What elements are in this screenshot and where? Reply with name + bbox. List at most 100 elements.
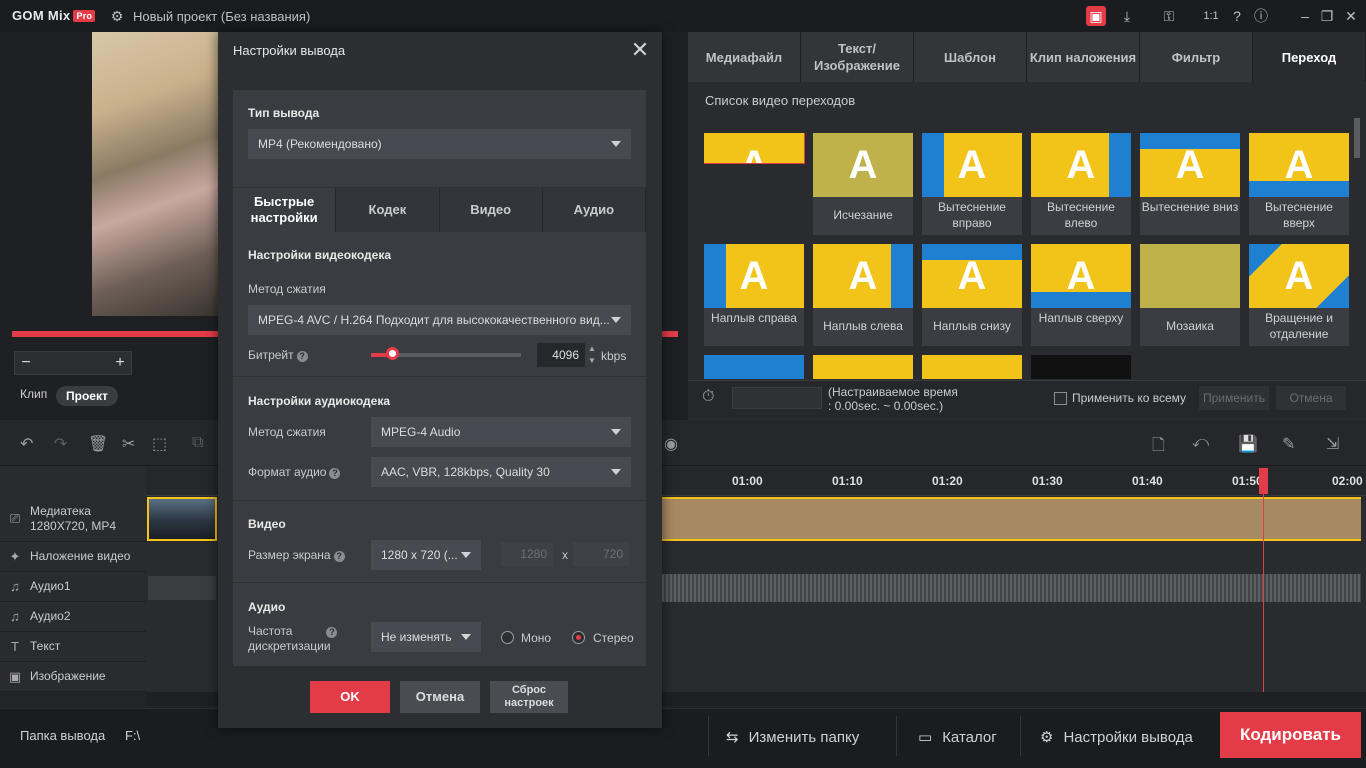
stereo-label: Стерео <box>593 631 634 645</box>
new-project-icon[interactable]: 🗋 <box>1152 434 1165 461</box>
export-icon[interactable]: ⇲ <box>1326 434 1339 454</box>
stepper-minus[interactable]: − <box>15 352 37 374</box>
record-icon[interactable]: ▣ <box>1086 6 1106 26</box>
tab-clip[interactable]: Клип <box>20 387 47 401</box>
output-type-select[interactable]: MP4 (Рекомендовано) <box>248 129 631 159</box>
video-compression-select[interactable]: MPEG-4 AVC / H.264 Подходит для высокока… <box>248 305 631 335</box>
transition-label: Наплыв сверху <box>1038 311 1124 325</box>
video-clip-thumb[interactable] <box>147 497 217 541</box>
grid-scrollbar[interactable] <box>1354 118 1360 158</box>
transition-cancel-button[interactable]: Отмена <box>1276 386 1346 410</box>
ratio-icon[interactable]: 1:1 <box>1200 5 1222 27</box>
sample-rate-select[interactable]: Не изменять <box>371 622 481 652</box>
transition-tile[interactable] <box>1031 355 1131 379</box>
catalog-button[interactable]: ▭ Каталог <box>918 716 997 758</box>
transition-time-input[interactable] <box>732 387 822 409</box>
track-header[interactable]: ♫ Аудио2 <box>0 602 146 632</box>
sample-rate-label: Частота? дискретизации <box>248 624 338 654</box>
transition-tile[interactable] <box>813 355 913 379</box>
tab-codec[interactable]: Кодек <box>336 188 440 232</box>
audio-clip-start[interactable] <box>148 576 216 600</box>
bitrate-slider-handle[interactable] <box>386 347 399 360</box>
transition-tile[interactable]: A Вращение и отдаление <box>1249 244 1349 346</box>
width-input[interactable]: 1280 <box>501 542 553 566</box>
transition-tile[interactable]: Мозаика <box>1140 244 1240 346</box>
transition-tile[interactable]: A Наплыв сверху <box>1031 244 1131 346</box>
tab-transition[interactable]: Переход <box>1253 32 1366 82</box>
encode-button[interactable]: Кодировать <box>1220 712 1361 758</box>
tab-media[interactable]: Медиафайл <box>688 32 801 82</box>
minimize-icon[interactable]: – <box>1294 5 1316 27</box>
tab-project[interactable]: Проект <box>56 386 118 406</box>
audio-compression-select[interactable]: MPEG-4 Audio <box>371 417 631 447</box>
transition-tile[interactable]: A Исчезание <box>813 133 913 235</box>
tab-video[interactable]: Видео <box>439 188 543 232</box>
select-icon[interactable]: ⬚ <box>152 434 167 454</box>
transition-tile[interactable]: A Вытеснение влево <box>1031 133 1131 235</box>
close-window-icon[interactable]: ✕ <box>1340 5 1362 27</box>
bitrate-spinner-icon[interactable]: ▲ ▼ <box>587 343 597 367</box>
reset-settings-button[interactable]: Сброс настроек <box>490 681 568 713</box>
mono-radio[interactable] <box>501 631 514 644</box>
track-header[interactable]: ▣ Изображение <box>0 662 146 692</box>
bitrate-input[interactable]: 4096 <box>537 343 585 367</box>
apply-button[interactable]: Применить <box>1199 386 1269 410</box>
stereo-radio[interactable] <box>572 631 585 644</box>
track-label: Текст <box>30 639 61 653</box>
tab-quick-settings[interactable]: Быстрые настройки <box>233 188 337 232</box>
help-icon[interactable]: ? <box>1226 5 1248 27</box>
eye-icon[interactable]: ◉ <box>664 434 678 454</box>
save-as-icon[interactable]: ✎ <box>1282 434 1295 454</box>
track-header[interactable]: ♫ Аудио1 <box>0 572 146 602</box>
open-project-icon[interactable]: ⤺ <box>1192 434 1209 452</box>
split-icon[interactable]: ⧉ <box>192 434 203 452</box>
redo-icon[interactable]: ↷ <box>54 434 67 454</box>
screen-size-select[interactable]: 1280 x 720 (... <box>371 540 481 570</box>
divider <box>233 500 646 501</box>
close-icon[interactable]: ✕ <box>628 36 652 64</box>
restore-icon[interactable]: ❐ <box>1316 5 1338 27</box>
cancel-button[interactable]: Отмена <box>400 681 480 713</box>
save-icon[interactable]: 💾 <box>1238 434 1258 454</box>
output-settings-button[interactable]: ⚙ Настройки вывода <box>1040 716 1193 758</box>
transition-tile[interactable] <box>922 355 1022 379</box>
tab-overlay-clip[interactable]: Клип наложения <box>1027 32 1140 82</box>
tab-text-image[interactable]: Текст/ Изображение <box>801 32 914 82</box>
cut-icon[interactable]: ✂ <box>122 434 135 454</box>
transition-tile[interactable]: A Наплыв справа <box>704 244 804 346</box>
stepper-plus[interactable]: + <box>109 352 131 374</box>
ok-button[interactable]: OK <box>310 681 390 713</box>
audio-waveform[interactable] <box>662 574 1361 602</box>
help-icon: ? <box>329 468 341 479</box>
track-header[interactable]: ⎚ Медиатека 1280X720, MP4 <box>0 496 146 542</box>
info-icon[interactable]: ⓘ <box>1250 5 1272 27</box>
preview-stepper[interactable]: − + <box>14 351 132 375</box>
tab-audio[interactable]: Аудио <box>542 188 646 232</box>
undo-icon[interactable]: ↶ <box>20 434 33 454</box>
download-icon[interactable]: ⤓ <box>1116 5 1138 27</box>
playhead-handle[interactable] <box>1259 468 1268 494</box>
video-clip[interactable] <box>662 497 1361 541</box>
track-header[interactable]: T Текст <box>0 632 146 662</box>
playhead[interactable] <box>1263 468 1264 692</box>
transition-tile[interactable]: A Вытеснение вправо <box>922 133 1022 235</box>
transition-thumbnail: A <box>922 244 1022 308</box>
transition-tile[interactable]: A Вытеснение вверх <box>1249 133 1349 235</box>
tab-template[interactable]: Шаблон <box>914 32 1027 82</box>
tab-filter[interactable]: Фильтр <box>1140 32 1253 82</box>
folder-swap-icon: ⇆ <box>726 729 739 746</box>
trash-icon[interactable]: 🗑 <box>88 434 108 454</box>
transition-tile[interactable]: AБез эффекта <box>704 133 805 164</box>
audio-format-select[interactable]: AAC, VBR, 128kbps, Quality 30 <box>371 457 631 487</box>
transition-tile[interactable]: A Вытеснение вниз <box>1140 133 1240 235</box>
transition-tile[interactable]: A Наплыв слева <box>813 244 913 346</box>
settings-icon: ⚙ <box>1040 729 1054 746</box>
key-icon[interactable]: ⚿ <box>1158 5 1180 27</box>
height-input[interactable]: 720 <box>573 542 629 566</box>
transition-tile[interactable]: A Наплыв снизу <box>922 244 1022 346</box>
gear-icon[interactable]: ⚙ <box>106 5 128 27</box>
change-folder-button[interactable]: ⇆ Изменить папку <box>726 716 859 758</box>
apply-all-checkbox[interactable] <box>1054 392 1067 405</box>
track-header[interactable]: ✦ Наложение видео <box>0 542 146 572</box>
transition-tile[interactable] <box>704 355 804 379</box>
